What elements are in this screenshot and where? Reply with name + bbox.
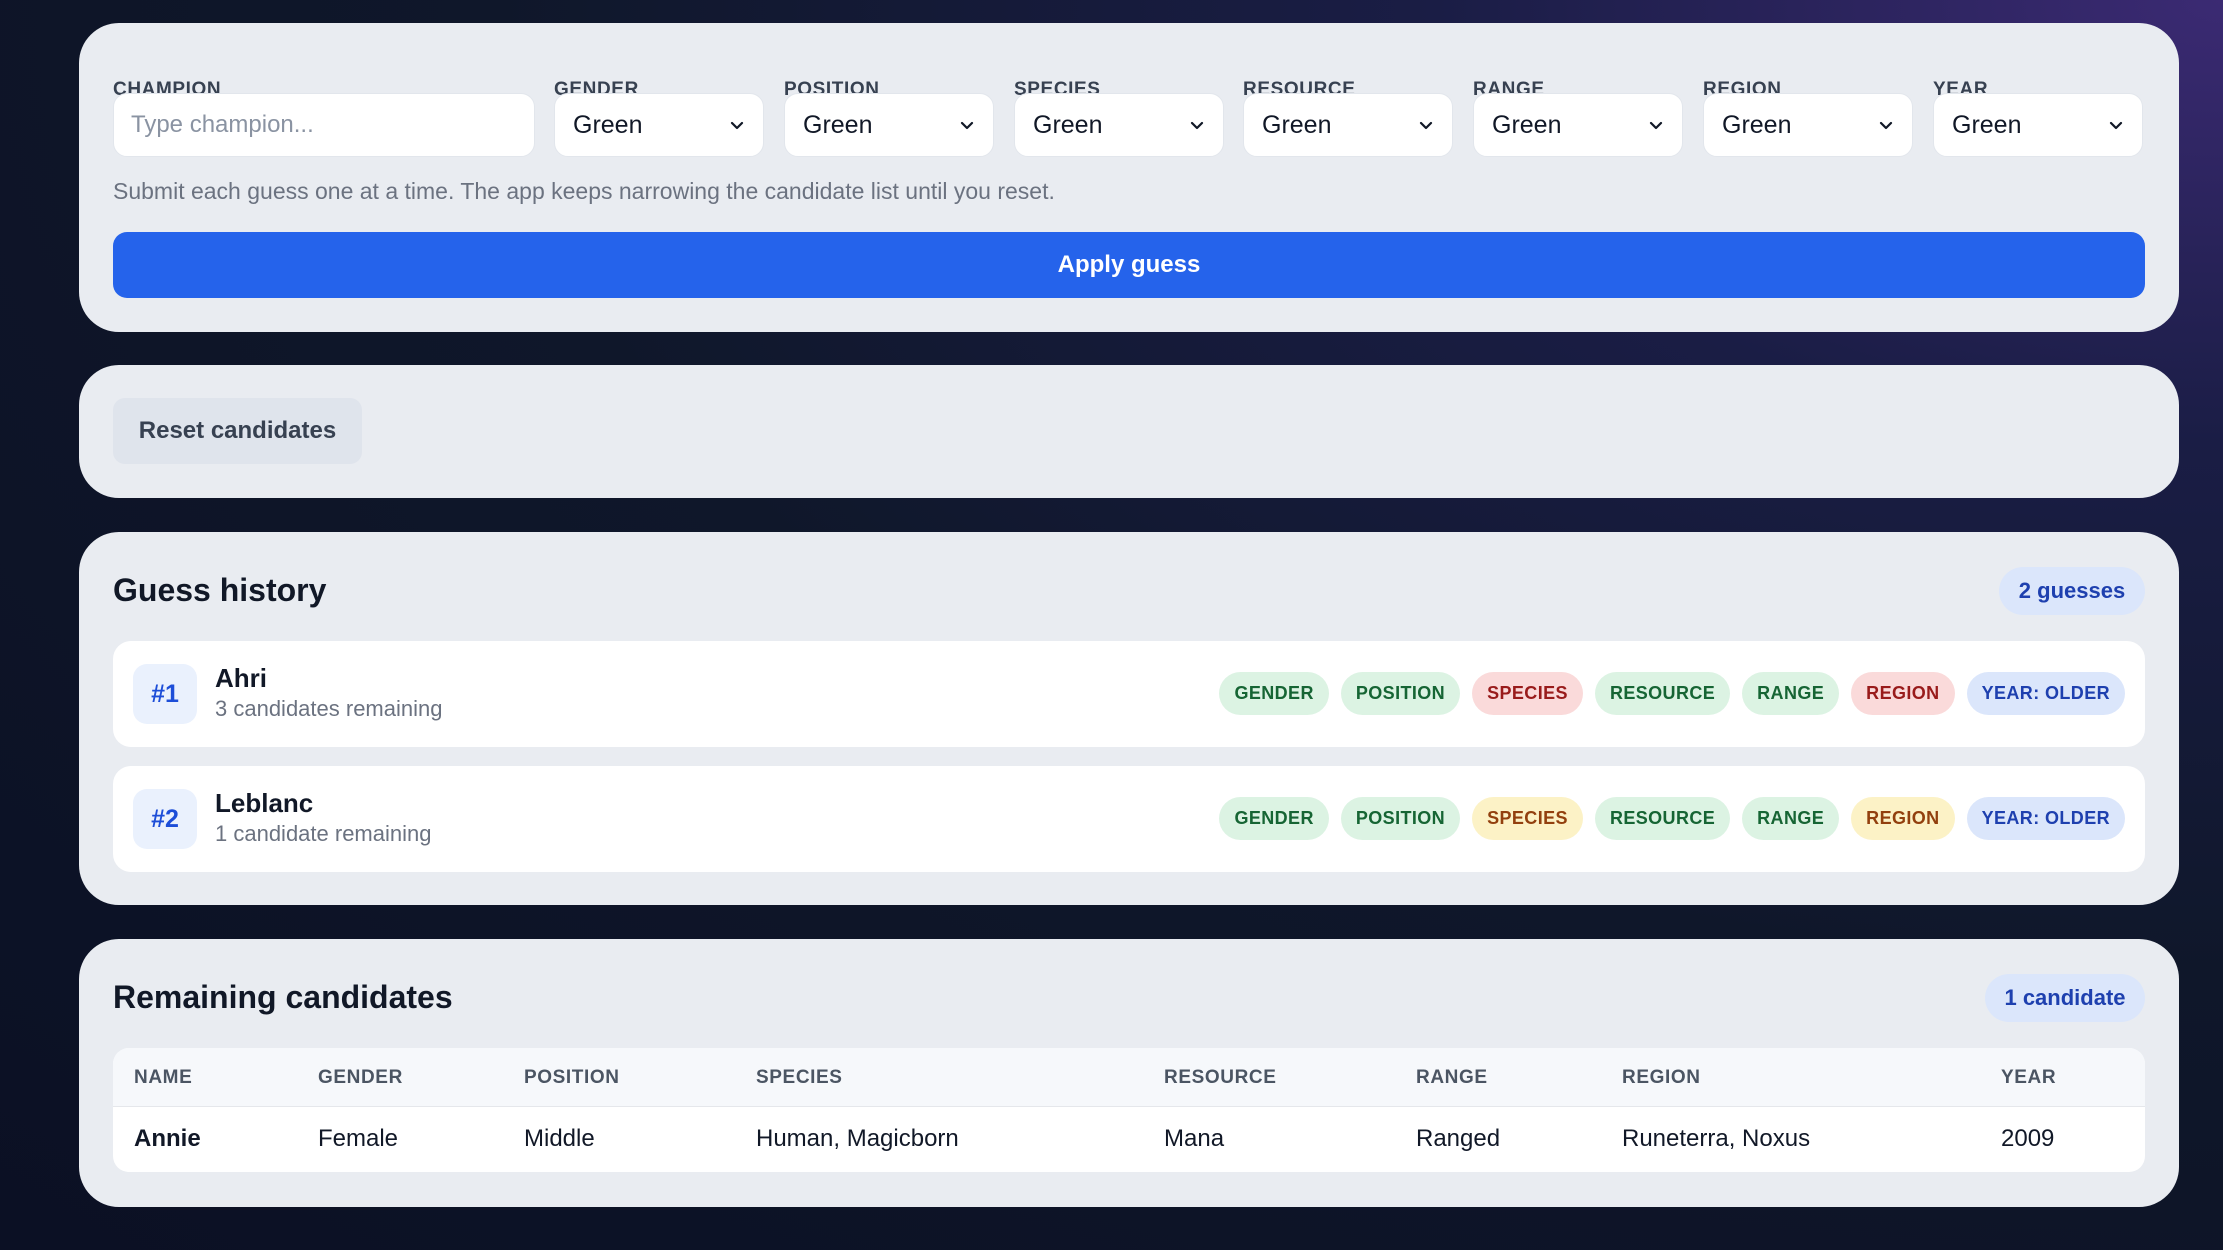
remaining-candidates-card: Remaining candidates 1 candidate NAME GE…	[79, 939, 2179, 1207]
position-select-value: Green	[803, 110, 873, 139]
tag-resource: RESOURCE	[1594, 672, 1731, 715]
guess-history-title: Guess history	[113, 572, 327, 608]
column-header-region: REGION	[1622, 1067, 1701, 1088]
year-select[interactable]: Green	[1933, 93, 2143, 157]
cell-gender: Female	[318, 1125, 399, 1152]
position-select[interactable]: Green	[784, 93, 994, 157]
guess-remaining-count: 3 candidates remaining	[215, 696, 443, 721]
champion-input[interactable]	[113, 93, 535, 157]
region-select[interactable]: Green	[1703, 93, 1913, 157]
chevron-down-icon	[960, 121, 974, 130]
tag-resource: RESOURCE	[1594, 797, 1731, 840]
tag-year: YEAR: OLDER	[1966, 672, 2125, 715]
reset-candidates-button[interactable]: Reset candidates	[113, 398, 362, 464]
chevron-down-icon	[730, 121, 744, 130]
column-header-name: NAME	[134, 1067, 193, 1088]
tag-position: POSITION	[1340, 797, 1461, 840]
species-select[interactable]: Green	[1014, 93, 1224, 157]
range-select[interactable]: Green	[1473, 93, 1683, 157]
candidates-table: NAME GENDER POSITION SPECIES RESOURCE RA…	[113, 1048, 2145, 1172]
tag-gender: GENDER	[1219, 797, 1329, 840]
cell-resource: Mana	[1164, 1125, 1225, 1152]
guess-tags: GENDER POSITION SPECIES RESOURCE RANGE R…	[1219, 672, 2125, 715]
guess-remaining-count: 1 candidate remaining	[215, 821, 432, 846]
column-header-position: POSITION	[524, 1067, 620, 1088]
year-select-value: Green	[1952, 110, 2022, 139]
tag-gender: GENDER	[1219, 672, 1329, 715]
column-header-species: SPECIES	[756, 1067, 843, 1088]
remaining-candidates-title: Remaining candidates	[113, 979, 453, 1015]
table-header: NAME GENDER POSITION SPECIES RESOURCE RA…	[113, 1048, 2145, 1107]
cell-name: Annie	[134, 1125, 201, 1152]
resource-select[interactable]: Green	[1243, 93, 1453, 157]
tag-species: SPECIES	[1472, 797, 1583, 840]
column-header-year: YEAR	[2001, 1067, 2057, 1088]
region-select-value: Green	[1722, 110, 1792, 139]
gender-select[interactable]: Green	[554, 93, 764, 157]
column-header-resource: RESOURCE	[1164, 1067, 1277, 1088]
chevron-down-icon	[2109, 121, 2123, 130]
guess-champion-name: Ahri	[215, 663, 267, 693]
tag-range: RANGE	[1742, 797, 1840, 840]
chevron-down-icon	[1419, 121, 1433, 130]
cell-region: Runeterra, Noxus	[1622, 1125, 1811, 1152]
guess-number: #2	[133, 789, 197, 849]
tag-region: REGION	[1851, 672, 1955, 715]
apply-guess-button[interactable]: Apply guess	[113, 232, 2145, 298]
chevron-down-icon	[1649, 121, 1663, 130]
column-header-gender: GENDER	[318, 1067, 403, 1088]
form-hint: Submit each guess one at a time. The app…	[113, 178, 1055, 204]
tag-region: REGION	[1851, 797, 1955, 840]
guess-tags: GENDER POSITION SPECIES RESOURCE RANGE R…	[1219, 797, 2125, 840]
range-select-value: Green	[1492, 110, 1562, 139]
cell-range: Ranged	[1416, 1125, 1501, 1152]
guess-row: #1 Ahri 3 candidates remaining GENDER PO…	[113, 641, 2145, 747]
tag-species: SPECIES	[1472, 672, 1583, 715]
tag-position: POSITION	[1340, 672, 1461, 715]
chevron-down-icon	[1190, 121, 1204, 130]
guess-champion-name: Leblanc	[215, 788, 314, 818]
guess-form-card: CHAMPION GENDER Green POSITION Green SPE…	[79, 23, 2179, 332]
cell-position: Middle	[524, 1125, 595, 1152]
reset-card: Reset candidates	[79, 365, 2179, 498]
resource-select-value: Green	[1262, 110, 1332, 139]
guess-history-card: Guess history 2 guesses #1 Ahri 3 candid…	[79, 532, 2179, 905]
guess-count-badge: 2 guesses	[1999, 567, 2145, 615]
tag-range: RANGE	[1742, 672, 1840, 715]
cell-species: Human, Magicborn	[756, 1125, 959, 1152]
chevron-down-icon	[1879, 121, 1893, 130]
candidate-count-badge: 1 candidate	[1985, 974, 2145, 1022]
gender-select-value: Green	[573, 110, 643, 139]
cell-year: 2009	[2001, 1125, 2055, 1152]
guess-number: #1	[133, 664, 197, 724]
species-select-value: Green	[1033, 110, 1103, 139]
guess-row: #2 Leblanc 1 candidate remaining GENDER …	[113, 766, 2145, 872]
column-header-range: RANGE	[1416, 1067, 1488, 1088]
tag-year: YEAR: OLDER	[1966, 797, 2125, 840]
